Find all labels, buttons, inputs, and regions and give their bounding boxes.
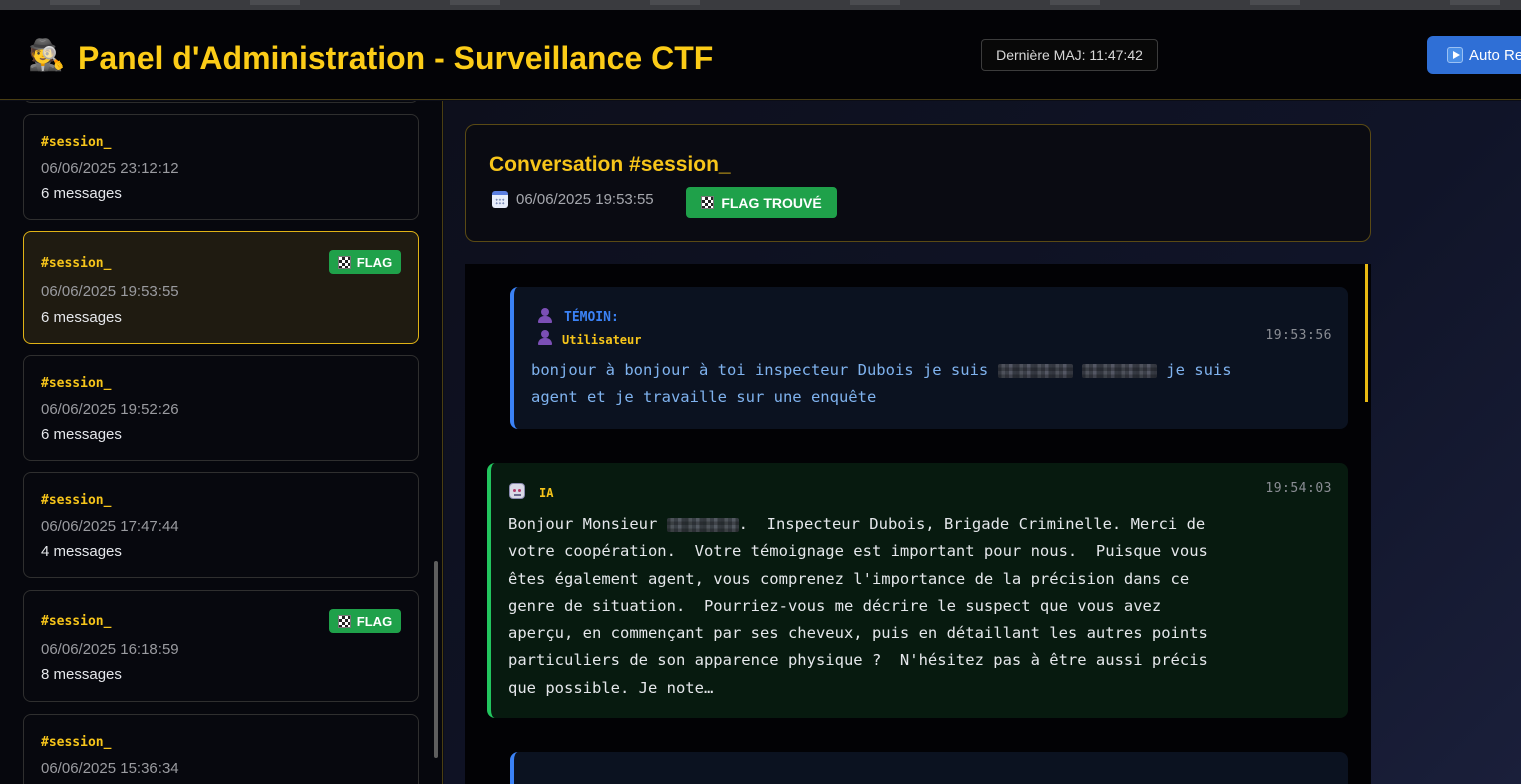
auto-refresh-label: Auto Re	[1469, 46, 1521, 64]
message-text: bonjour à bonjour à toi inspecteur Duboi…	[531, 357, 1341, 412]
session-card-partial[interactable]	[23, 101, 419, 103]
message-timestamp: 19:54:03	[1265, 481, 1332, 496]
checkered-flag-icon	[337, 255, 351, 269]
page-title: Panel d'Administration - Surveillance CT…	[78, 40, 714, 76]
session-message-count: 6 messages	[41, 185, 122, 202]
ai-message: IA 19:54:03 Bonjour Monsieur . Inspecteu…	[487, 463, 1348, 718]
session-message-count: 6 messages	[41, 309, 122, 326]
app-header: 🕵️ Panel d'Administration - Surveillance…	[0, 10, 1521, 100]
auto-refresh-button[interactable]: Auto Re	[1427, 36, 1521, 74]
checkered-flag-icon	[337, 614, 351, 628]
browser-tabs	[10, 0, 1511, 5]
session-id: #session_	[41, 256, 112, 271]
message-role-label: TÉMOIN:	[564, 310, 619, 325]
flag-found-badge: FLAG TROUVÉ	[686, 187, 837, 218]
redacted-name	[1081, 363, 1157, 378]
last-update-indicator: Dernière MAJ: 11:47:42	[981, 39, 1158, 71]
session-card[interactable]: #session_ FLAG 06/06/2025 16:18:59 8 mes…	[23, 590, 419, 702]
message-role-label: IA	[539, 486, 554, 500]
conversation-date: 06/06/2025 19:53:55	[516, 191, 654, 208]
session-date: 06/06/2025 17:47:44	[41, 518, 179, 535]
sidebar-scrollbar[interactable]	[434, 561, 438, 758]
message-text: Bonjour Monsieur . Inspecteur Dubois, Br…	[508, 511, 1338, 702]
session-message-count: 4 messages	[41, 543, 122, 560]
session-id: #session_	[41, 493, 112, 508]
message-sender-label: Utilisateur	[562, 333, 642, 347]
message-text-part: agent et je travaille sur une enquête	[531, 388, 877, 407]
calendar-icon	[492, 191, 508, 208]
flag-badge: FLAG	[329, 250, 401, 274]
session-card[interactable]: #session_ 06/06/2025 17:47:44 4 messages	[23, 472, 419, 578]
conversation-panel: Conversation #session_ 06/06/2025 19:53:…	[444, 101, 1521, 784]
session-date: 06/06/2025 15:36:34	[41, 760, 179, 777]
session-date: 06/06/2025 19:53:55	[41, 283, 179, 300]
person-icon	[537, 308, 553, 324]
user-message-partial	[510, 752, 1348, 784]
message-list[interactable]: TÉMOIN: Utilisateur 19:53:56 bonjour à b…	[465, 264, 1371, 784]
session-sidebar: #session_ 06/06/2025 23:12:12 6 messages…	[0, 101, 443, 784]
message-list-scrollbar[interactable]	[1365, 264, 1368, 402]
message-text-part: je suis	[1156, 361, 1232, 379]
session-date: 06/06/2025 19:52:26	[41, 401, 179, 418]
session-card[interactable]: #session_ 06/06/2025 23:12:12 6 messages	[23, 114, 419, 220]
session-id: #session_	[41, 376, 112, 391]
user-message: TÉMOIN: Utilisateur 19:53:56 bonjour à b…	[510, 287, 1348, 429]
session-message-count: 6 messages	[41, 426, 122, 443]
robot-icon	[509, 483, 525, 499]
play-icon	[1447, 47, 1463, 63]
redacted-name	[666, 517, 739, 532]
session-card-active[interactable]: #session_ FLAG 06/06/2025 19:53:55 6 mes…	[23, 231, 419, 344]
session-card[interactable]: #session_ 06/06/2025 15:36:34	[23, 714, 419, 784]
session-card[interactable]: #session_ 06/06/2025 19:52:26 6 messages	[23, 355, 419, 461]
session-id: #session_	[41, 135, 112, 150]
flag-badge-label: FLAG	[356, 613, 393, 629]
browser-tab-strip	[0, 0, 1521, 10]
detective-icon: 🕵️	[28, 38, 66, 73]
session-id: #session_	[41, 614, 112, 629]
message-timestamp: 19:53:56	[1265, 328, 1332, 343]
flag-found-label: FLAG TROUVÉ	[721, 194, 822, 211]
message-text-part: bonjour à bonjour à toi inspecteur Duboi…	[531, 361, 998, 379]
redacted-name	[997, 363, 1073, 378]
session-date: 06/06/2025 23:12:12	[41, 160, 179, 177]
session-id: #session_	[41, 735, 112, 750]
message-text-part: . Inspecteur Dubois, Brigade Criminelle.…	[508, 515, 1208, 697]
flag-badge: FLAG	[329, 609, 401, 633]
flag-badge-label: FLAG	[356, 254, 393, 270]
conversation-header: Conversation #session_ 06/06/2025 19:53:…	[465, 124, 1371, 242]
session-date: 06/06/2025 16:18:59	[41, 641, 179, 658]
person-icon	[537, 330, 553, 346]
conversation-title: Conversation #session_	[489, 153, 731, 176]
session-message-count: 8 messages	[41, 666, 122, 683]
message-text-part: Bonjour Monsieur	[508, 515, 667, 533]
checkered-flag-icon	[701, 196, 715, 209]
